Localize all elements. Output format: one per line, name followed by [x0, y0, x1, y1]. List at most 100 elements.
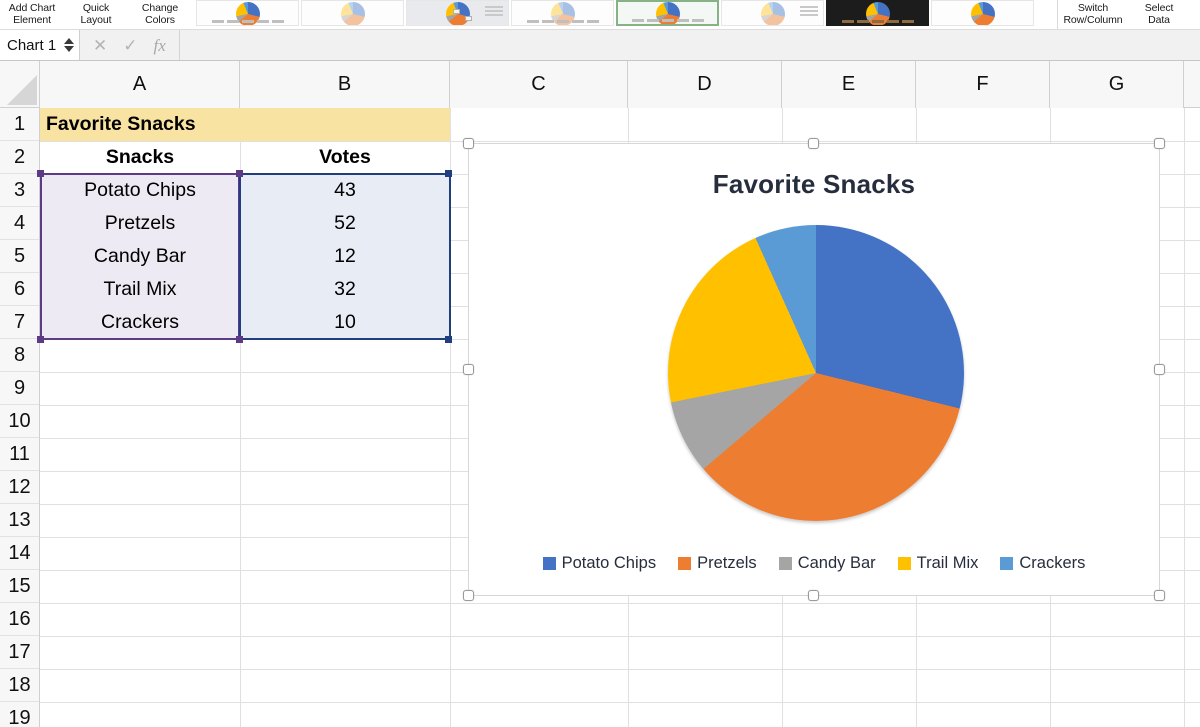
row-header-label: 12 [8, 475, 31, 498]
chart-resize-handle-w[interactable] [463, 364, 474, 375]
legend-item[interactable]: Trail Mix [897, 554, 978, 573]
cell-a7[interactable]: Crackers [40, 306, 240, 339]
pie-chart-plot[interactable] [668, 225, 964, 521]
cell-a3[interactable]: Potato Chips [40, 174, 240, 207]
chart-resize-handle-se[interactable] [1154, 590, 1165, 601]
legend-item[interactable]: Candy Bar [778, 554, 876, 573]
select-all-corner[interactable] [0, 61, 40, 108]
chart-style-thumbnail-2[interactable] [301, 0, 404, 26]
cell-a5[interactable]: Candy Bar [40, 240, 240, 273]
excel-window: Add Chart Element Quick Layout Change Co… [0, 0, 1200, 727]
ribbon-right-group: Switch Row/Column Select Data [1057, 0, 1200, 29]
chart-styles-gallery[interactable] [196, 0, 1057, 26]
add-chart-element-button[interactable]: Add Chart Element [0, 0, 64, 29]
legend-label: Potato Chips [561, 554, 657, 572]
check-icon[interactable]: ✓ [123, 37, 137, 54]
cell-a1-title[interactable]: Favorite Snacks [40, 108, 450, 141]
legend-item[interactable]: Crackers [1000, 554, 1085, 573]
cell-b5[interactable]: 12 [240, 240, 450, 273]
cell-a6-text: Trail Mix [103, 278, 177, 300]
chart-resize-handle-nw[interactable] [463, 138, 474, 149]
row-header-16[interactable]: 16 [0, 603, 39, 636]
row-header-2[interactable]: 2 [0, 141, 39, 174]
cell-b6[interactable]: 32 [240, 273, 450, 306]
fx-icon[interactable]: fx [154, 37, 166, 54]
legend-item[interactable]: Potato Chips [542, 554, 657, 573]
row-header-label: 16 [8, 607, 31, 630]
cell-a3-text: Potato Chips [84, 179, 196, 201]
column-header-c[interactable]: C [450, 61, 628, 108]
selection-handle[interactable] [37, 170, 44, 177]
chart-resize-handle-ne[interactable] [1154, 138, 1165, 149]
change-colors-line2: Colors [145, 13, 175, 26]
row-header-5[interactable]: 5 [0, 240, 39, 273]
column-header-label: D [697, 73, 712, 95]
select-data-button[interactable]: Select Data [1128, 0, 1190, 29]
row-header-label: 3 [13, 178, 26, 201]
close-icon[interactable]: ✕ [93, 37, 107, 54]
column-header-label: E [841, 73, 856, 95]
cell-b7[interactable]: 10 [240, 306, 450, 339]
selection-handle[interactable] [37, 336, 44, 343]
chart-resize-handle-e[interactable] [1154, 364, 1165, 375]
selection-handle[interactable] [236, 170, 243, 177]
name-box[interactable]: Chart 1 [0, 30, 80, 60]
add-chart-element-line2: Element [13, 13, 51, 26]
row-header-1[interactable]: 1 [0, 108, 39, 141]
cell-b3[interactable]: 43 [240, 174, 450, 207]
chart-style-thumbnail-4[interactable] [511, 0, 614, 26]
row-header-11[interactable]: 11 [0, 438, 39, 471]
row-headers: 1 2 3 4 5 6 7 8 9 10 11 12 13 14 15 16 17 18 19 [0, 108, 40, 727]
chart-legend[interactable]: Potato Chips Pretzels Candy Bar Trail Mix Cr… [469, 554, 1159, 573]
row-header-4[interactable]: 4 [0, 207, 39, 240]
formula-input[interactable] [178, 30, 1200, 60]
name-box-spinner-icon[interactable] [64, 38, 74, 52]
row-header-12[interactable]: 12 [0, 471, 39, 504]
select-all-triangle-icon [7, 75, 37, 105]
column-header-e[interactable]: E [782, 61, 916, 108]
chart-style-thumbnail-6[interactable] [721, 0, 824, 26]
row-header-19[interactable]: 19 [0, 702, 39, 727]
chart-resize-handle-s[interactable] [808, 590, 819, 601]
change-colors-button[interactable]: Change Colors [128, 0, 192, 29]
cell-a6[interactable]: Trail Mix [40, 273, 240, 306]
chart-style-thumbnail-8[interactable] [931, 0, 1034, 26]
chart-object[interactable]: Favorite Snacks Potato Chips Pretzels Cand… [468, 143, 1160, 596]
cell-a2-text: Snacks [105, 146, 175, 168]
row-header-15[interactable]: 15 [0, 570, 39, 603]
row-header-10[interactable]: 10 [0, 405, 39, 438]
row-header-8[interactable]: 8 [0, 339, 39, 372]
row-header-6[interactable]: 6 [0, 273, 39, 306]
column-header-d[interactable]: D [628, 61, 782, 108]
row-header-17[interactable]: 17 [0, 636, 39, 669]
row-header-9[interactable]: 9 [0, 372, 39, 405]
column-header-g[interactable]: G [1050, 61, 1184, 108]
chart-style-thumbnail-7[interactable] [826, 0, 929, 26]
column-header-f[interactable]: F [916, 61, 1050, 108]
row-header-18[interactable]: 18 [0, 669, 39, 702]
row-header-14[interactable]: 14 [0, 537, 39, 570]
chart-style-thumbnail-5-selected[interactable] [616, 0, 719, 26]
switch-row-column-button[interactable]: Switch Row/Column [1058, 0, 1128, 29]
chart-resize-handle-n[interactable] [808, 138, 819, 149]
row-header-3[interactable]: 3 [0, 174, 39, 207]
column-header-b[interactable]: B [240, 61, 450, 108]
row-header-7[interactable]: 7 [0, 306, 39, 339]
column-header-a[interactable]: A [40, 61, 240, 108]
chart-title[interactable]: Favorite Snacks [469, 169, 1159, 200]
select-data-line2: Data [1148, 13, 1170, 26]
chart-resize-handle-sw[interactable] [463, 590, 474, 601]
cell-b6-text: 32 [334, 278, 356, 300]
cell-a2-header[interactable]: Snacks [40, 141, 240, 174]
selection-handle[interactable] [445, 336, 452, 343]
selection-handle[interactable] [236, 336, 243, 343]
chart-style-thumbnail-3[interactable] [406, 0, 509, 26]
legend-item[interactable]: Pretzels [678, 554, 757, 573]
cell-b4[interactable]: 52 [240, 207, 450, 240]
quick-layout-button[interactable]: Quick Layout [64, 0, 128, 29]
cell-a4[interactable]: Pretzels [40, 207, 240, 240]
chart-style-thumbnail-1[interactable] [196, 0, 299, 26]
selection-handle[interactable] [445, 170, 452, 177]
cell-b2-header[interactable]: Votes [240, 141, 450, 174]
row-header-13[interactable]: 13 [0, 504, 39, 537]
